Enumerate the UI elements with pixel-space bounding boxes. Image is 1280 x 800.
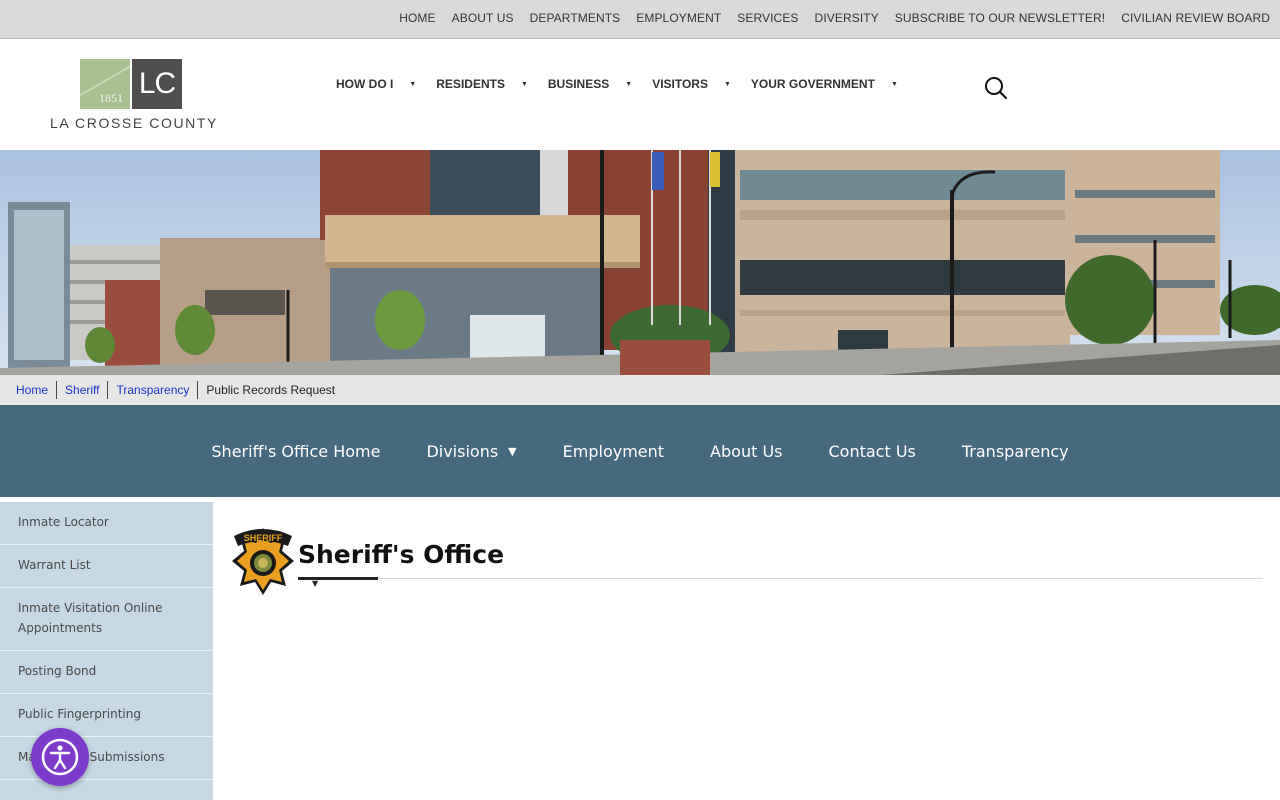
utility-link-home[interactable]: HOME: [399, 11, 435, 25]
accessibility-button[interactable]: [31, 728, 89, 786]
sheriff-nav: Sheriff's Office Home Divisions ▼ Employm…: [0, 405, 1280, 497]
main-nav-residents[interactable]: RESIDENTS ▼: [436, 77, 528, 91]
breadcrumb-sheriff[interactable]: Sheriff: [57, 381, 109, 399]
logo-initials: LC: [132, 59, 182, 109]
utility-link-services[interactable]: SERVICES: [737, 11, 798, 25]
utility-link-newsletter[interactable]: SUBSCRIBE TO OUR NEWSLETTER!: [895, 11, 1105, 25]
sidebar-item-posting-bond[interactable]: Posting Bond: [0, 651, 213, 694]
utility-nav: HOME ABOUT US DEPARTMENTS EMPLOYMENT SER…: [0, 0, 1280, 36]
breadcrumb-current: Public Records Request: [206, 383, 336, 397]
caret-down-icon: ▼: [890, 80, 898, 88]
caret-down-icon: ▼: [625, 80, 633, 88]
caret-down-icon: ▼: [409, 80, 417, 88]
utility-bar: HOME ABOUT US DEPARTMENTS EMPLOYMENT SER…: [0, 0, 1280, 39]
sheriff-nav-about-us[interactable]: About Us: [710, 442, 782, 461]
breadcrumb: Home Sheriff Transparency Public Records…: [0, 375, 1280, 405]
sidebar-item-inmate-visitation[interactable]: Inmate Visitation Online Appointments: [0, 588, 213, 651]
sheriff-nav-divisions[interactable]: Divisions ▼: [426, 442, 516, 461]
sheriff-nav-home[interactable]: Sheriff's Office Home: [211, 442, 380, 461]
utility-link-departments[interactable]: DEPARTMENTS: [530, 11, 621, 25]
site-header: 1851 LC LA CROSSE COUNTY HOW DO I ▼ RESID…: [0, 39, 1280, 150]
utility-link-about-us[interactable]: ABOUT US: [452, 11, 514, 25]
caret-down-icon: ▼: [312, 579, 319, 588]
svg-text:SHERIFF: SHERIFF: [244, 533, 283, 543]
logo-mark: 1851 LC: [80, 59, 182, 109]
breadcrumb-home[interactable]: Home: [8, 381, 58, 399]
caret-down-icon: ▼: [520, 80, 528, 88]
utility-link-diversity[interactable]: DIVERSITY: [815, 11, 879, 25]
page-title: Sheriff's Office: [298, 540, 505, 569]
caret-down-icon: ▼: [723, 80, 731, 88]
title-divider: [298, 578, 1263, 579]
logo-year: 1851: [99, 91, 123, 105]
main-nav-your-government[interactable]: YOUR GOVERNMENT ▼: [751, 77, 898, 91]
sheriff-nav-employment[interactable]: Employment: [563, 442, 664, 461]
county-logo[interactable]: 1851 LC LA CROSSE COUNTY: [50, 59, 220, 134]
caret-down-icon: ▼: [508, 444, 517, 458]
utility-link-employment[interactable]: EMPLOYMENT: [636, 11, 721, 25]
sheriff-badge-icon: SHERIFF: [230, 524, 296, 598]
main-nav: HOW DO I ▼ RESIDENTS ▼ BUSINESS ▼ VISITORS ▼…: [336, 77, 918, 91]
hero-image-courthouse: [0, 150, 1280, 375]
main-nav-business[interactable]: BUSINESS ▼: [548, 77, 632, 91]
sidebar-item-warrant-list[interactable]: Warrant List: [0, 545, 213, 588]
sheriff-nav-transparency[interactable]: Transparency: [962, 442, 1069, 461]
title-accent-bar: [298, 577, 378, 580]
main-nav-how-do-i[interactable]: HOW DO I ▼: [336, 77, 416, 91]
utility-link-civilian-review-board[interactable]: CIVILIAN REVIEW BOARD: [1121, 11, 1270, 25]
search-icon[interactable]: [983, 75, 1009, 101]
main-nav-visitors[interactable]: VISITORS ▼: [652, 77, 731, 91]
logo-county-name: LA CROSSE COUNTY: [50, 115, 218, 131]
sidebar-item-inmate-locator[interactable]: Inmate Locator: [0, 502, 213, 545]
accessibility-icon: [41, 738, 79, 776]
sheriff-nav-contact-us[interactable]: Contact Us: [828, 442, 915, 461]
breadcrumb-transparency[interactable]: Transparency: [108, 381, 199, 399]
